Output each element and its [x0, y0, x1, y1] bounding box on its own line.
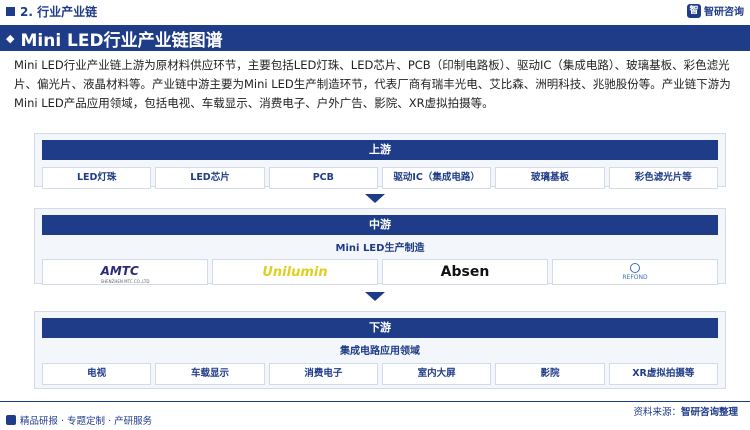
- arrow-down-icon: [365, 292, 385, 301]
- amtc-logo-subtext: SHENZHEN MTC CO.,LTD: [100, 279, 150, 284]
- refond-logo: REFOND: [622, 263, 648, 281]
- brand-mark-icon: 智: [687, 3, 701, 18]
- page-title: Mini LED行业产业链图谱: [20, 30, 223, 51]
- source-note: 资料来源：智研咨询整理: [633, 404, 738, 418]
- top-bar: 2. 行业产业链 智 智研咨询: [0, 0, 750, 22]
- downstream-title: 下游: [42, 318, 718, 338]
- logo-unilumin: Unilumin: [212, 259, 378, 285]
- footer-logo-icon: [6, 415, 16, 425]
- downstream-stage: 下游 集成电路应用领域 电视 车载显示 消费电子 室内大屏 影院 XR虚拟拍摄等: [34, 311, 726, 389]
- footer-divider: [0, 401, 750, 402]
- logo-amtc: AMTC SHENZHEN MTC CO.,LTD: [42, 259, 208, 285]
- upstream-item: PCB: [268, 167, 378, 189]
- brand-logo: 智 智研咨询: [687, 3, 744, 18]
- downstream-subtitle: 集成电路应用领域: [340, 346, 420, 357]
- source-label: 资料来源：: [633, 407, 681, 418]
- midstream-subtitle: Mini LED生产制造: [335, 243, 425, 254]
- arrow-down-icon: [365, 194, 385, 203]
- source-value: 智研咨询整理: [680, 407, 738, 418]
- footer-slogan: 精品研报 · 专题定制 · 产研服务: [6, 413, 152, 427]
- midstream-stage: 中游 Mini LED生产制造 AMTC SHENZHEN MTC CO.,LT…: [34, 208, 726, 285]
- unilumin-logo-text: Unilumin: [262, 264, 328, 280]
- logo-refond: REFOND: [552, 259, 718, 285]
- upstream-item: LED灯珠: [42, 167, 152, 189]
- upstream-item: 彩色滤光片等: [608, 167, 718, 189]
- section-title: 2. 行业产业链: [20, 4, 98, 19]
- amtc-logo-text: AMTC: [100, 264, 139, 278]
- refond-circle-icon: [630, 263, 640, 273]
- midstream-title: 中游: [42, 215, 718, 235]
- section-square-icon: [6, 6, 15, 16]
- upstream-stage: 上游 LED灯珠 LED芯片 PCB 驱动IC（集成电路） 玻璃基板 彩色滤光片…: [34, 133, 726, 189]
- title-banner: ◆ Mini LED行业产业链图谱: [0, 25, 750, 51]
- upstream-item: 玻璃基板: [495, 167, 605, 189]
- intro-paragraph: Mini LED行业产业链上游为原材料供应环节，主要包括LED灯珠、LED芯片、…: [14, 58, 731, 110]
- downstream-item: 消费电子: [268, 363, 378, 385]
- downstream-item: 车载显示: [155, 363, 265, 385]
- upstream-title: 上游: [42, 140, 718, 160]
- upstream-item: LED芯片: [155, 167, 265, 189]
- diamond-icon: ◆: [6, 31, 15, 45]
- upstream-item: 驱动IC（集成电路）: [381, 167, 492, 189]
- footer-slogan-text: 精品研报 · 专题定制 · 产研服务: [20, 416, 153, 427]
- downstream-item: 影院: [495, 363, 605, 385]
- logo-absen: Absen: [382, 259, 548, 285]
- downstream-item: 室内大屏: [381, 363, 492, 385]
- absen-logo-text: Absen: [440, 264, 490, 280]
- downstream-item: XR虚拟拍摄等: [608, 363, 718, 385]
- brand-name: 智研咨询: [704, 7, 744, 18]
- downstream-item: 电视: [42, 363, 152, 385]
- refond-logo-text: REFOND: [622, 274, 648, 281]
